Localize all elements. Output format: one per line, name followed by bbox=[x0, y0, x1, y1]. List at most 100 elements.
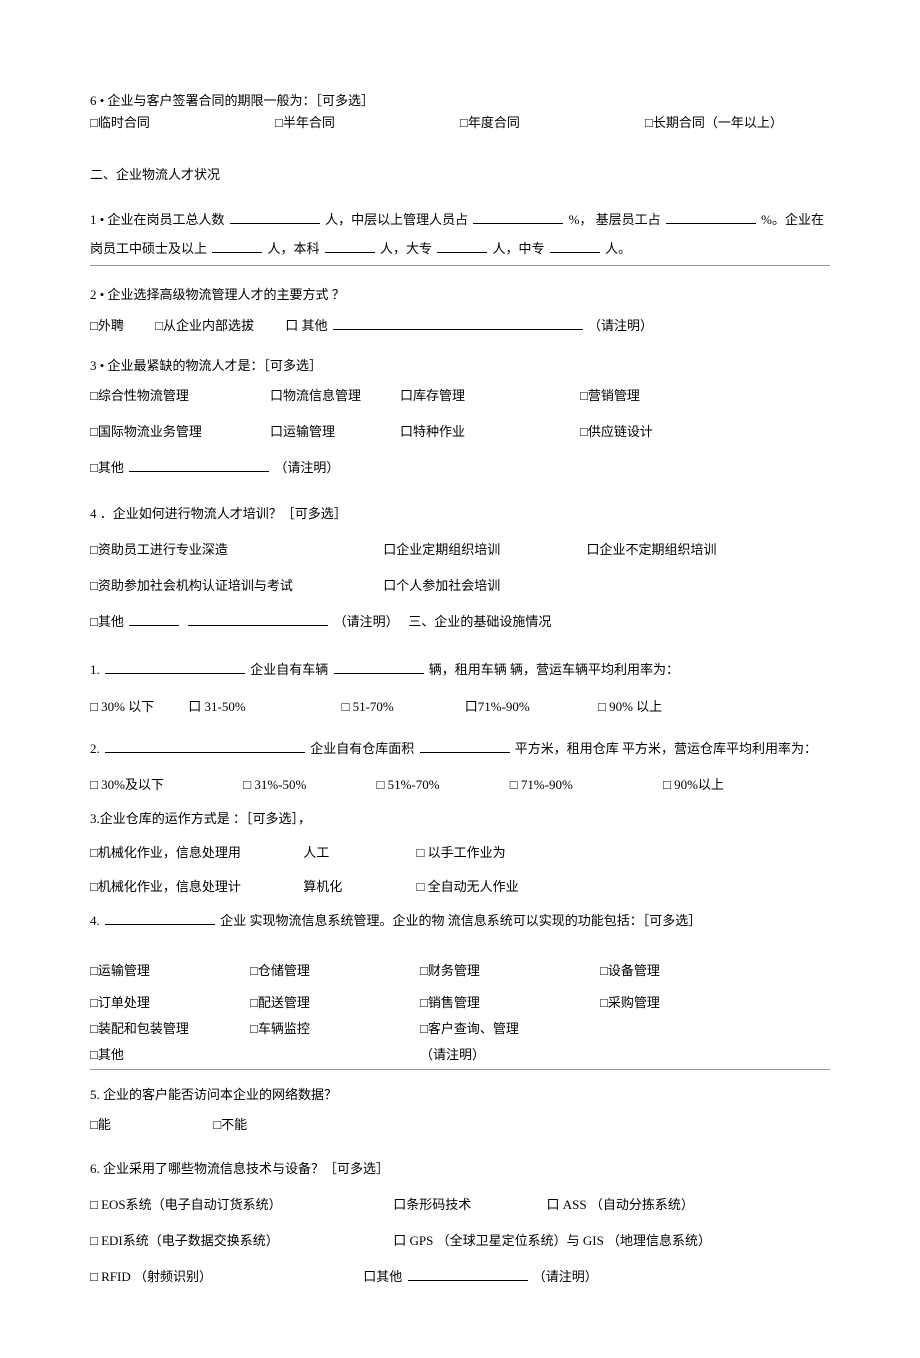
checkbox-option[interactable]: 口其他 bbox=[363, 1269, 402, 1284]
blank-field[interactable] bbox=[666, 210, 756, 224]
checkbox-option[interactable]: □配送管理 bbox=[250, 992, 420, 1014]
checkbox-option[interactable]: □ 30% 以下 bbox=[90, 696, 185, 718]
text: 人，中专 bbox=[493, 241, 545, 256]
s3-q3: 3.企业仓库的运作方式是 ：［可多选］， bbox=[90, 808, 830, 830]
checkbox-option[interactable]: □其他 bbox=[90, 614, 124, 629]
checkbox-option[interactable]: 口条形码技术 bbox=[393, 1194, 543, 1216]
checkbox-option[interactable]: □营销管理 bbox=[580, 385, 640, 407]
text: 算机化 bbox=[303, 876, 413, 898]
s3-q1-opts: □ 30% 以下 口 31-50% □ 51-70% 口71%-90% □ 90… bbox=[90, 696, 830, 718]
checkbox-option[interactable]: □供应链设计 bbox=[580, 421, 653, 443]
checkbox-option[interactable]: 口 GPS （全球卫星定位系统）与 GIS （地理信息系统） bbox=[393, 1233, 711, 1248]
blank-field[interactable] bbox=[105, 911, 215, 925]
checkbox-option[interactable]: □不能 bbox=[213, 1117, 247, 1132]
checkbox-option[interactable]: □临时合同 bbox=[90, 112, 275, 134]
checkbox-option[interactable]: □运输管理 bbox=[90, 960, 250, 982]
text: （请注明） bbox=[274, 460, 339, 475]
blank-field[interactable] bbox=[212, 239, 262, 253]
checkbox-option[interactable]: 口运输管理 bbox=[270, 421, 400, 443]
checkbox-option[interactable]: □采购管理 bbox=[600, 992, 660, 1014]
checkbox-option[interactable]: □ RFID （射频识别） bbox=[90, 1266, 360, 1288]
checkbox-option[interactable]: 口物流信息管理 bbox=[270, 385, 400, 407]
checkbox-option[interactable]: □资助员工进行专业深造 bbox=[90, 539, 380, 561]
checkbox-option[interactable]: □ 全自动无人作业 bbox=[417, 879, 519, 894]
checkbox-option[interactable]: 口 31-50% bbox=[188, 696, 338, 718]
blank-field[interactable] bbox=[334, 660, 424, 674]
checkbox-option[interactable]: □ 71%-90% bbox=[510, 774, 660, 796]
checkbox-option[interactable]: □ EOS系统（电子自动订货系统） bbox=[90, 1194, 390, 1216]
s3-q4-row2: □订单处理 □配送管理 □销售管理 □采购管理 bbox=[90, 992, 830, 1014]
text: 4. bbox=[90, 913, 100, 928]
blank-field[interactable] bbox=[230, 210, 320, 224]
checkbox-option[interactable]: □半年合同 bbox=[275, 112, 460, 134]
blank-field[interactable] bbox=[105, 739, 305, 753]
blank-field[interactable] bbox=[188, 612, 328, 626]
checkbox-option[interactable]: □ 90% 以上 bbox=[598, 699, 662, 714]
text: 企业自有车辆 bbox=[250, 662, 328, 677]
blank-field[interactable] bbox=[420, 739, 510, 753]
s3-q6: 6. 企业采用了哪些物流信息技术与设备？［可多选］ bbox=[90, 1158, 830, 1180]
checkbox-option[interactable]: 口特种作业 bbox=[400, 421, 580, 443]
section-3-title-inline: 三、企业的基础设施情况 bbox=[408, 614, 551, 629]
checkbox-option[interactable]: □ 以手工作业为 bbox=[417, 845, 506, 860]
checkbox-option[interactable]: 口 其他 bbox=[285, 318, 327, 333]
checkbox-option[interactable]: □财务管理 bbox=[420, 960, 600, 982]
checkbox-option[interactable]: □机械化作业，信息处理用 bbox=[90, 842, 300, 864]
blank-field[interactable] bbox=[473, 210, 563, 224]
s2-q4: 4 ．企业如何进行物流人才培训？［可多选］ bbox=[90, 503, 830, 525]
text: 人。 bbox=[605, 241, 631, 256]
s2-q1: 1 • 企业在岗员工总人数 人，中层以上管理人员占 %， 基层员工占 %。企业在… bbox=[90, 206, 830, 266]
checkbox-option[interactable]: 口企业不定期组织培训 bbox=[587, 542, 717, 557]
checkbox-option[interactable]: □资助参加社会机构认证培训与考试 bbox=[90, 575, 380, 597]
blank-field[interactable] bbox=[550, 239, 600, 253]
checkbox-option[interactable]: □仓储管理 bbox=[250, 960, 420, 982]
blank-field[interactable] bbox=[325, 239, 375, 253]
question-6: 6 • 企业与客户签署合同的期限一般为：［可多选］ □临时合同 □半年合同 □年… bbox=[90, 90, 830, 134]
text: （请注明） bbox=[334, 614, 399, 629]
checkbox-option[interactable]: □国际物流业务管理 bbox=[90, 421, 270, 443]
checkbox-option[interactable]: □设备管理 bbox=[600, 960, 660, 982]
blank-field[interactable] bbox=[333, 316, 583, 330]
checkbox-option[interactable]: □能 bbox=[90, 1114, 210, 1136]
checkbox-option[interactable]: □外聘 bbox=[90, 318, 124, 333]
checkbox-option[interactable]: 口企业定期组织培训 bbox=[383, 539, 583, 561]
checkbox-option[interactable]: 口库存管理 bbox=[400, 385, 580, 407]
text: 1. bbox=[90, 662, 100, 677]
checkbox-option[interactable]: □ 51-70% bbox=[342, 696, 462, 718]
checkbox-option[interactable]: □从企业内部选拔 bbox=[155, 318, 254, 333]
checkbox-option[interactable]: □装配和包装管理 bbox=[90, 1018, 250, 1040]
checkbox-option[interactable]: □ 30%及以下 bbox=[90, 774, 240, 796]
blank-field[interactable] bbox=[105, 660, 245, 674]
checkbox-option[interactable]: □ 31%-50% bbox=[243, 774, 373, 796]
s3-q4-other: □其他 （请注明） bbox=[90, 1044, 830, 1069]
checkbox-option[interactable]: □综合性物流管理 bbox=[90, 385, 270, 407]
checkbox-option[interactable]: □ EDI系统（电子数据交换系统） bbox=[90, 1230, 390, 1252]
s3-q5: 5. 企业的客户能否访问本企业的网络数据？ bbox=[90, 1084, 830, 1106]
checkbox-option[interactable]: □其他 bbox=[90, 1044, 420, 1066]
checkbox-option[interactable]: □客户查询、管理 bbox=[420, 1018, 600, 1040]
checkbox-option[interactable]: □年度合同 bbox=[460, 112, 645, 134]
checkbox-option[interactable]: □ 51%-70% bbox=[377, 774, 507, 796]
checkbox-option[interactable]: 口个人参加社会培训 bbox=[383, 578, 500, 593]
s2-q3-other: □其他 （请注明） bbox=[90, 457, 830, 479]
checkbox-option[interactable]: 口71%-90% bbox=[465, 696, 595, 718]
text: 人，大专 bbox=[380, 241, 432, 256]
text: 2. bbox=[90, 741, 100, 756]
blank-field[interactable] bbox=[129, 612, 179, 626]
s2-q3: 3 • 企业最紧缺的物流人才是：［可多选］ bbox=[90, 355, 830, 377]
checkbox-option[interactable]: 口 ASS （自动分拣系统） bbox=[547, 1197, 694, 1212]
checkbox-option[interactable]: □车辆监控 bbox=[250, 1018, 420, 1040]
s2-q2: 2 • 企业选择高级物流管理人才的主要方式 ？ bbox=[90, 284, 830, 306]
checkbox-option[interactable]: □其他 bbox=[90, 460, 124, 475]
checkbox-option[interactable]: □ 90%以上 bbox=[663, 777, 724, 792]
blank-field[interactable] bbox=[129, 458, 269, 472]
blank-field[interactable] bbox=[408, 1267, 528, 1281]
s3-q2-opts: □ 30%及以下 □ 31%-50% □ 51%-70% □ 71%-90% □… bbox=[90, 774, 830, 796]
checkbox-option[interactable]: □订单处理 bbox=[90, 992, 250, 1014]
checkbox-option[interactable]: □长期合同（一年以上） bbox=[645, 112, 830, 134]
checkbox-option[interactable]: □机械化作业，信息处理计 bbox=[90, 876, 300, 898]
text: 人，中层以上管理人员占 bbox=[325, 212, 468, 227]
checkbox-option[interactable]: □销售管理 bbox=[420, 992, 600, 1014]
blank-field[interactable] bbox=[437, 239, 487, 253]
s2-q4-row2: □资助参加社会机构认证培训与考试 口个人参加社会培训 bbox=[90, 575, 830, 597]
